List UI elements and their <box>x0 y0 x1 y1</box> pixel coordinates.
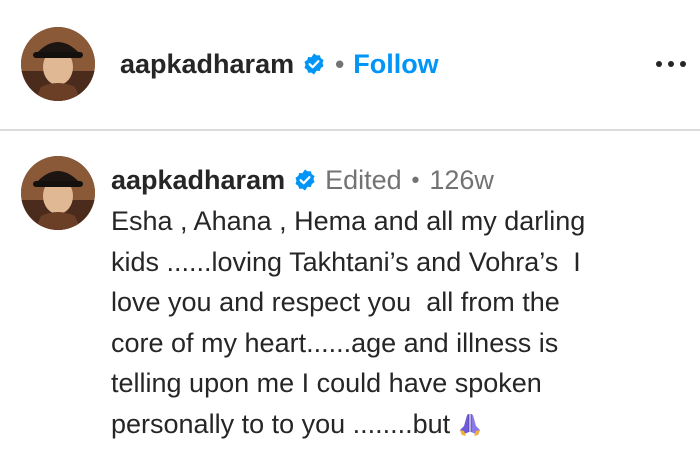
post-header: aapkadharam • Follow <box>0 0 700 130</box>
verified-badge-icon <box>302 52 326 76</box>
folded-hands-icon <box>456 410 484 438</box>
separator-dot: • <box>411 167 420 192</box>
verified-badge-icon <box>293 168 317 192</box>
caption-line: core of my heart......age and illness is <box>111 327 559 358</box>
more-dot <box>668 61 674 67</box>
profile-photo <box>21 27 95 101</box>
comment-avatar[interactable] <box>21 156 95 230</box>
edited-label: Edited <box>325 164 402 195</box>
comment-header: aapkadharam Edited • 126w <box>111 162 494 198</box>
header-user-row: aapkadharam • Follow <box>120 44 439 84</box>
timestamp[interactable]: 126w <box>429 165 494 196</box>
caption-line-last: personally to to you ........but <box>111 404 671 445</box>
caption-text: Esha , Ahana , Hema and all my darling k… <box>111 201 671 444</box>
more-dot <box>680 61 686 67</box>
more-options-icon[interactable] <box>650 52 692 76</box>
more-dot <box>656 61 662 67</box>
separator-dot: • <box>335 48 345 79</box>
caption-line: kids ......loving Takhtani’s and Vohra’s… <box>111 246 581 277</box>
caption-line: Esha , Ahana , Hema and all my darling <box>111 206 586 236</box>
username-link[interactable]: aapkadharam <box>120 49 294 80</box>
comment-username-link[interactable]: aapkadharam <box>111 165 285 196</box>
avatar[interactable] <box>21 27 95 101</box>
caption-line: telling upon me I could have spoken <box>111 368 542 398</box>
follow-button[interactable]: Follow <box>353 49 438 80</box>
header-divider <box>0 129 700 131</box>
caption-line: love you and respect you all from the <box>111 287 560 317</box>
profile-photo <box>21 156 95 230</box>
caption-line: personally to to you ........but <box>111 408 451 439</box>
